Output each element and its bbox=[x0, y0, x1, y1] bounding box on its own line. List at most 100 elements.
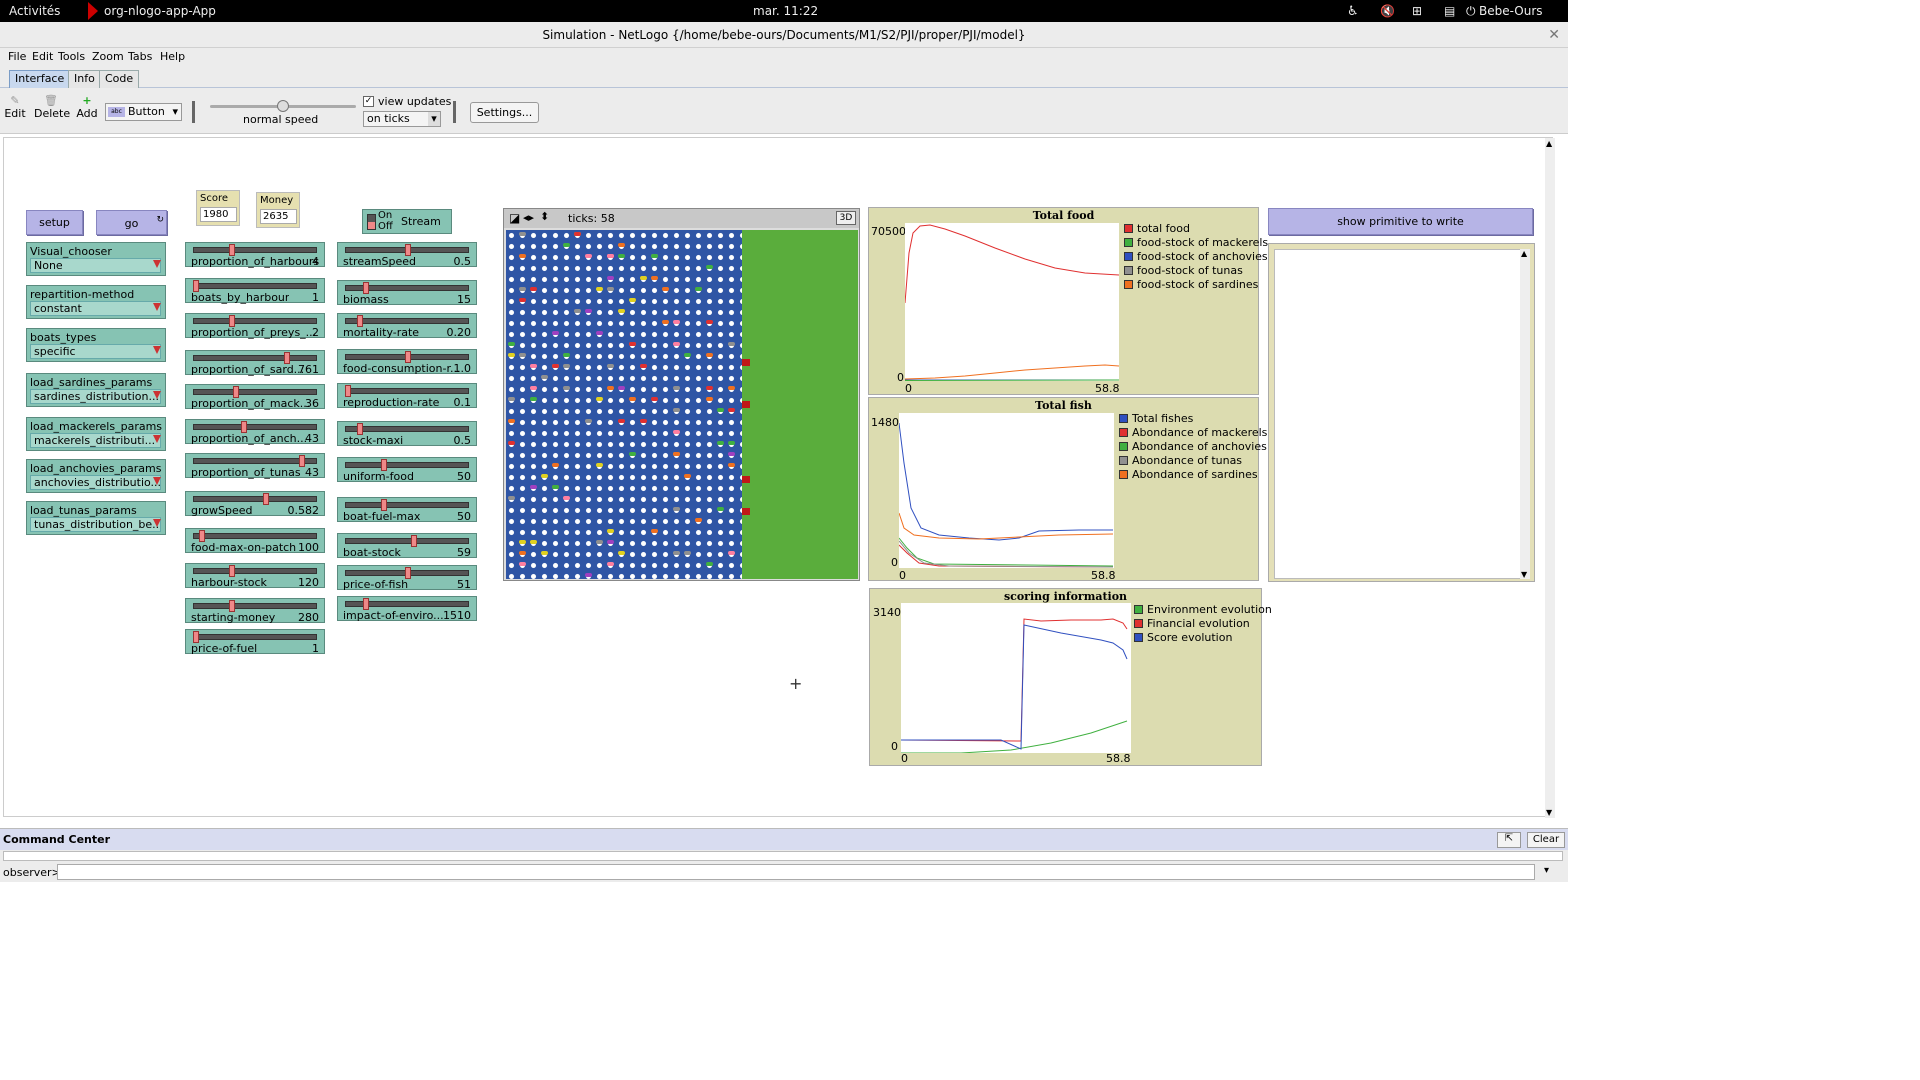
edit-button[interactable]: ✎ Edit bbox=[4, 94, 26, 120]
clipboard-icon[interactable]: ▤ bbox=[1444, 4, 1455, 18]
output-text[interactable] bbox=[1274, 249, 1522, 579]
scroll-up-icon[interactable]: ▲ bbox=[1521, 249, 1527, 258]
slider-biomass[interactable]: biomass 15 bbox=[337, 280, 477, 306]
go-button[interactable]: go ↻ bbox=[96, 210, 167, 235]
scroll-down-icon[interactable]: ▼ bbox=[1546, 808, 1552, 817]
switch-track[interactable] bbox=[367, 214, 376, 230]
dropdown-arrow-icon[interactable] bbox=[153, 260, 161, 268]
slider-knob[interactable] bbox=[411, 535, 417, 547]
slider-streamspeed[interactable]: streamSpeed 0.5 bbox=[337, 242, 477, 268]
menu-help[interactable]: Help bbox=[160, 50, 185, 63]
slider-track[interactable] bbox=[345, 388, 469, 394]
slider-boat-fuel-max[interactable]: boat-fuel-max 50 bbox=[337, 497, 477, 523]
chooser-value[interactable]: sardines_distribution... bbox=[30, 389, 161, 404]
slider-impact-of-enviro[interactable]: impact-of-enviro... 1510 bbox=[337, 596, 477, 622]
menu-edit[interactable]: Edit bbox=[32, 50, 53, 63]
slider-proportion-of-sard[interactable]: proportion_of_sard... 761 bbox=[185, 350, 325, 376]
slider-stock-maxi[interactable]: stock-maxi 0.5 bbox=[337, 421, 477, 447]
slider-proportion-of-tunas[interactable]: proportion_of_tunas 43 bbox=[185, 453, 325, 479]
dropdown-arrow-icon[interactable] bbox=[153, 391, 161, 399]
slider-track[interactable] bbox=[345, 318, 469, 324]
slider-uniform-food[interactable]: uniform-food 50 bbox=[337, 457, 477, 483]
menu-zoom[interactable]: Zoom bbox=[92, 50, 124, 63]
chooser-boats-types[interactable]: boats_types specific bbox=[26, 328, 166, 362]
dropdown-arrow-icon[interactable] bbox=[153, 435, 161, 443]
tab-code[interactable]: Code bbox=[99, 70, 140, 88]
3d-button[interactable]: 3D bbox=[836, 211, 856, 225]
show-primitive-button[interactable]: show primitive to write bbox=[1268, 208, 1533, 235]
vertical-arrows-icon[interactable]: ⬍ bbox=[540, 210, 549, 223]
widget-type-dropdown[interactable]: abc Button ▾ bbox=[105, 103, 182, 121]
tab-info[interactable]: Info bbox=[68, 70, 101, 88]
view-updates-checkbox[interactable]: ✓ bbox=[363, 96, 374, 107]
slider-track[interactable] bbox=[193, 247, 317, 253]
slider-track[interactable] bbox=[193, 496, 317, 502]
menu-file[interactable]: File bbox=[8, 50, 26, 63]
user-menu[interactable]: Bebe-Ours bbox=[1479, 4, 1543, 18]
slider-price-of-fish[interactable]: price-of-fish 51 bbox=[337, 565, 477, 591]
menu-tools[interactable]: Tools bbox=[58, 50, 85, 63]
slider-track[interactable] bbox=[193, 318, 317, 324]
app-menu[interactable]: org-nlogo-app-App bbox=[104, 4, 216, 18]
chooser-value[interactable]: mackerels_distributi... bbox=[30, 433, 161, 448]
slider-proportion-of-anch[interactable]: proportion_of_anch... 43 bbox=[185, 419, 325, 445]
dropdown-arrow-icon[interactable] bbox=[153, 519, 161, 527]
scroll-down-icon[interactable]: ▼ bbox=[1521, 570, 1527, 579]
chooser-value[interactable]: anchovies_distributio... bbox=[30, 475, 161, 490]
slider-track[interactable] bbox=[193, 634, 317, 640]
slider-food-consumption-r[interactable]: food-consumption-r... 1.0 bbox=[337, 349, 477, 375]
chooser-value[interactable]: None bbox=[30, 258, 161, 273]
slider-reproduction-rate[interactable]: reproduction-rate 0.1 bbox=[337, 383, 477, 409]
vertical-scrollbar[interactable]: ▲ ▼ bbox=[1545, 138, 1555, 818]
chooser-visual-chooser[interactable]: Visual_chooser None bbox=[26, 242, 166, 276]
chooser-load-tunas-params[interactable]: load_tunas_params tunas_distribution_be.… bbox=[26, 501, 166, 535]
add-button[interactable]: + Add bbox=[76, 94, 98, 120]
slider-track[interactable] bbox=[193, 603, 317, 609]
world-view[interactable]: ◪ ◂▸ ⬍ ticks: 58 3D bbox=[503, 208, 860, 581]
accessibility-icon[interactable]: ♿ bbox=[1347, 4, 1359, 19]
slider-knob[interactable] bbox=[262, 493, 269, 505]
command-history[interactable] bbox=[3, 851, 1563, 861]
update-mode-dropdown[interactable]: on ticks ▾ bbox=[363, 111, 441, 127]
delete-button[interactable]: 🗑 Delete bbox=[34, 94, 70, 120]
slider-boats-by-harbour[interactable]: boats_by_harbour 1 bbox=[185, 278, 325, 304]
clear-button[interactable]: Clear bbox=[1527, 832, 1565, 848]
dropdown-arrow-icon[interactable] bbox=[153, 346, 161, 354]
slider-track[interactable] bbox=[345, 462, 469, 468]
menu-tabs[interactable]: Tabs bbox=[128, 50, 152, 63]
volume-icon[interactable]: 🔇 bbox=[1380, 4, 1395, 18]
chooser-load-anchovies-params[interactable]: load_anchovies_params anchovies_distribu… bbox=[26, 459, 166, 493]
stream-switch[interactable]: On Off Stream bbox=[362, 209, 452, 234]
switch-knob[interactable] bbox=[368, 222, 375, 229]
power-icon[interactable]: ⏻ bbox=[1466, 4, 1476, 19]
speed-slider-knob[interactable] bbox=[277, 100, 289, 112]
slider-track[interactable] bbox=[345, 538, 469, 544]
slider-track[interactable] bbox=[193, 283, 317, 289]
setup-button[interactable]: setup bbox=[26, 210, 83, 235]
slider-boat-stock[interactable]: boat-stock 59 bbox=[337, 533, 477, 559]
slider-track[interactable] bbox=[345, 426, 469, 432]
slider-track[interactable] bbox=[193, 533, 317, 539]
chooser-value[interactable]: constant bbox=[30, 301, 161, 316]
chooser-value[interactable]: specific bbox=[30, 344, 161, 359]
output-scrollbar[interactable]: ▲ ▼ bbox=[1520, 249, 1530, 579]
scroll-up-icon[interactable]: ▲ bbox=[1546, 139, 1552, 148]
slider-track[interactable] bbox=[345, 502, 469, 508]
horizontal-arrows-icon[interactable]: ◂▸ bbox=[523, 211, 534, 224]
slider-proportion-of-preys[interactable]: proportion_of_preys_... 2 bbox=[185, 313, 325, 339]
slider-proportion-of-harbours[interactable]: proportion_of_harbours 4 bbox=[185, 242, 325, 268]
slider-growspeed[interactable]: growSpeed 0.582 bbox=[185, 491, 325, 517]
chooser-value[interactable]: tunas_distribution_be... bbox=[30, 517, 161, 532]
settings-button[interactable]: Settings... bbox=[470, 102, 539, 123]
chooser-load-sardines-params[interactable]: load_sardines_params sardines_distributi… bbox=[26, 373, 166, 407]
chooser-load-mackerels-params[interactable]: load_mackerels_params mackerels_distribu… bbox=[26, 417, 166, 451]
resize-icon[interactable]: ◪ bbox=[509, 211, 520, 225]
clock[interactable]: mar. 11:22 bbox=[753, 4, 818, 18]
command-input[interactable] bbox=[57, 864, 1535, 880]
network-icon[interactable]: ⊞ bbox=[1412, 4, 1422, 18]
slider-starting-money[interactable]: starting-money 280 bbox=[185, 598, 325, 624]
close-icon[interactable]: ✕ bbox=[1548, 22, 1560, 48]
slider-harbour-stock[interactable]: harbour-stock 120 bbox=[185, 563, 325, 589]
slider-food-max-on-patch[interactable]: food-max-on-patch 100 bbox=[185, 528, 325, 554]
chevron-down-icon[interactable]: ▾ bbox=[1544, 865, 1549, 876]
